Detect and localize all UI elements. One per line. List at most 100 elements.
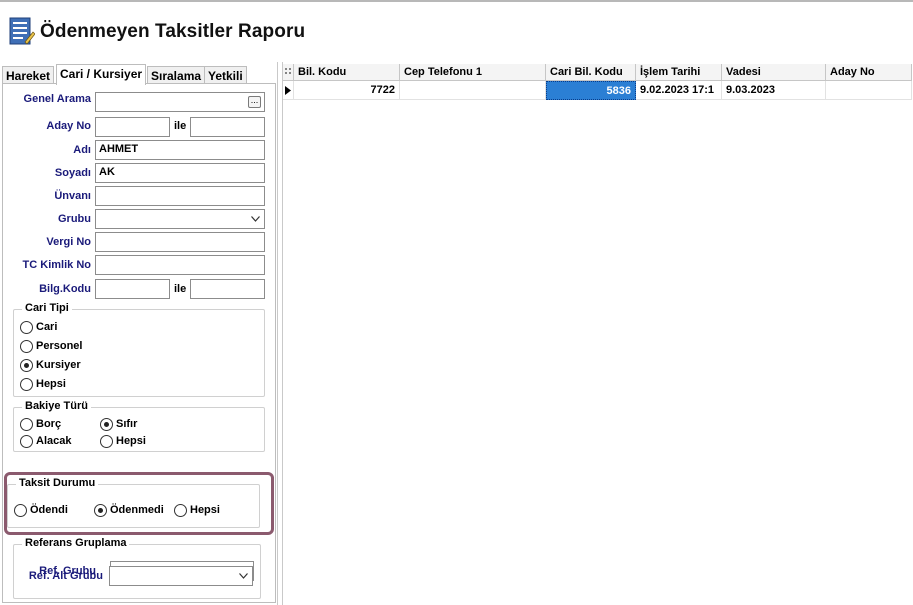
radio-label: Personel	[36, 340, 83, 352]
adi-input[interactable]: AHMET	[95, 140, 265, 160]
genel-arama-input[interactable]	[95, 92, 265, 112]
grubu-select[interactable]	[95, 209, 265, 229]
radio-icon	[20, 434, 33, 448]
bakiye-turu-option-hepsi[interactable]: Hepsi	[100, 434, 146, 448]
tc-kimlik-no-input[interactable]	[95, 255, 265, 275]
ref-alt-grubu-label: Ref. Alt Grubu	[28, 570, 103, 582]
column-chooser-icon	[285, 68, 291, 74]
radio-label: Cari	[36, 321, 58, 333]
soyadi-label: Soyadı	[54, 167, 91, 179]
vergi-no-input[interactable]	[95, 232, 265, 252]
chevron-down-icon[interactable]	[239, 573, 248, 579]
radio-icon	[174, 503, 187, 517]
adi-label: Adı	[73, 144, 91, 156]
taksit-durumu-title: Taksit Durumu	[16, 477, 99, 489]
taksit-durumu-option-hepsi[interactable]: Hepsi	[174, 503, 220, 517]
bakiye-turu-option-sifir[interactable]: Sıfır	[100, 417, 137, 431]
taksit-durumu-group: Taksit Durumu Ödendi Ödenmedi Hepsi	[7, 477, 260, 528]
grubu-label: Grubu	[58, 213, 91, 225]
tab-cari-kursiyer[interactable]: Cari / Kursiyer	[56, 64, 147, 85]
tab-yetkili[interactable]: Yetkili	[204, 66, 247, 84]
filter-panel: Hareket Cari / Kursiyer Sıralama Yetkili…	[0, 62, 278, 605]
aday-no-to-input[interactable]	[190, 117, 265, 137]
radio-icon	[20, 339, 33, 353]
bilg-kodu-label: Bilg.Kodu	[39, 283, 91, 295]
taksit-durumu-option-odenmedi[interactable]: Ödenmedi	[94, 503, 164, 517]
tab-label: Yetkili	[208, 69, 243, 83]
radio-label: Hepsi	[116, 435, 146, 447]
radio-icon	[20, 417, 33, 431]
radio-label: Ödenmedi	[110, 504, 164, 516]
cell-bil-kodu[interactable]: 7722	[294, 81, 400, 100]
tab-label: Cari / Kursiyer	[60, 67, 143, 81]
cari-tipi-title: Cari Tipi	[22, 302, 72, 314]
soyadi-input[interactable]: AK	[95, 163, 265, 183]
cell-cep-telefonu-1[interactable]	[400, 81, 546, 100]
tab-label: Sıralama	[151, 69, 202, 83]
title-bar: Ödenmeyen Taksitler Raporu	[0, 0, 913, 62]
cell-cari-bil-kodu[interactable]: 5836	[546, 81, 636, 100]
tab-content: Genel Arama ... Aday No ile Adı AHMET So…	[2, 83, 276, 603]
radio-label: Sıfır	[116, 418, 138, 430]
radio-selected-icon	[20, 358, 33, 372]
tab-label: Hareket	[6, 69, 51, 83]
grid-header: Bil. Kodu Cep Telefonu 1 Cari Bil. Kodu …	[283, 64, 913, 81]
genel-arama-label: Genel Arama	[23, 93, 91, 105]
genel-arama-browse-button[interactable]: ...	[248, 96, 261, 108]
radio-icon	[20, 320, 33, 334]
cari-tipi-option-cari[interactable]: Cari	[20, 320, 57, 334]
column-header-cep-telefonu-1[interactable]: Cep Telefonu 1	[400, 64, 546, 81]
radio-icon	[20, 377, 33, 391]
table-row[interactable]: 7722 5836 9.02.2023 17:1 9.03.2023	[283, 81, 913, 100]
aday-no-range-separator: ile	[174, 120, 187, 132]
column-header-bil-kodu[interactable]: Bil. Kodu	[294, 64, 400, 81]
bakiye-turu-group: Bakiye Türü Borç Sıfır Alacak Hepsi	[13, 400, 265, 452]
report-list-icon	[9, 17, 35, 45]
bakiye-turu-title: Bakiye Türü	[22, 400, 91, 412]
column-header-islem-tarihi[interactable]: İşlem Tarihi	[636, 64, 722, 81]
current-row-arrow-icon	[285, 86, 291, 95]
vergi-no-label: Vergi No	[46, 236, 91, 248]
tc-kimlik-no-label: TC Kimlik No	[22, 259, 91, 271]
aday-no-label: Aday No	[46, 120, 91, 132]
unvani-input[interactable]	[95, 186, 265, 206]
radio-label: Ödendi	[30, 504, 68, 516]
results-grid: Bil. Kodu Cep Telefonu 1 Cari Bil. Kodu …	[282, 62, 913, 605]
ref-alt-grubu-select[interactable]	[109, 566, 253, 586]
radio-label: Hepsi	[36, 378, 66, 390]
column-header-aday-no[interactable]: Aday No	[826, 64, 912, 81]
bilg-kodu-range-separator: ile	[174, 283, 187, 295]
bakiye-turu-option-alacak[interactable]: Alacak	[20, 434, 71, 448]
radio-icon	[100, 434, 113, 448]
page-title: Ödenmeyen Taksitler Raporu	[40, 21, 306, 42]
cell-islem-tarihi[interactable]: 9.02.2023 17:1	[636, 81, 722, 100]
radio-label: Borç	[36, 418, 62, 430]
radio-label: Hepsi	[190, 504, 220, 516]
tab-siralama[interactable]: Sıralama	[147, 66, 206, 84]
radio-label: Kursiyer	[36, 359, 81, 371]
cari-tipi-group: Cari Tipi Cari Personel Kursiyer Hepsi	[13, 302, 265, 397]
radio-icon	[14, 503, 27, 517]
cari-tipi-option-hepsi[interactable]: Hepsi	[20, 377, 66, 391]
radio-selected-icon	[100, 417, 113, 431]
cari-tipi-option-personel[interactable]: Personel	[20, 339, 82, 353]
cell-vadesi[interactable]: 9.03.2023	[722, 81, 826, 100]
chevron-down-icon[interactable]	[251, 216, 260, 222]
bakiye-turu-option-borc[interactable]: Borç	[20, 417, 61, 431]
aday-no-from-input[interactable]	[95, 117, 170, 137]
tab-strip: Hareket Cari / Kursiyer Sıralama Yetkili	[2, 64, 274, 85]
column-header-vadesi[interactable]: Vadesi	[722, 64, 826, 81]
column-header-cari-bil-kodu[interactable]: Cari Bil. Kodu	[546, 64, 636, 81]
bilg-kodu-to-input[interactable]	[190, 279, 265, 299]
cari-tipi-option-kursiyer[interactable]: Kursiyer	[20, 358, 81, 372]
taksit-durumu-option-odendi[interactable]: Ödendi	[14, 503, 68, 517]
grid-column-chooser[interactable]	[283, 64, 294, 81]
referans-gruplama-title: Referans Gruplama	[22, 537, 130, 549]
tab-hareket[interactable]: Hareket	[2, 66, 55, 84]
row-indicator[interactable]	[283, 81, 294, 100]
cell-aday-no[interactable]	[826, 81, 912, 100]
bilg-kodu-from-input[interactable]	[95, 279, 170, 299]
radio-selected-icon	[94, 503, 107, 517]
unvani-label: Ünvanı	[54, 190, 91, 202]
radio-label: Alacak	[36, 435, 72, 447]
